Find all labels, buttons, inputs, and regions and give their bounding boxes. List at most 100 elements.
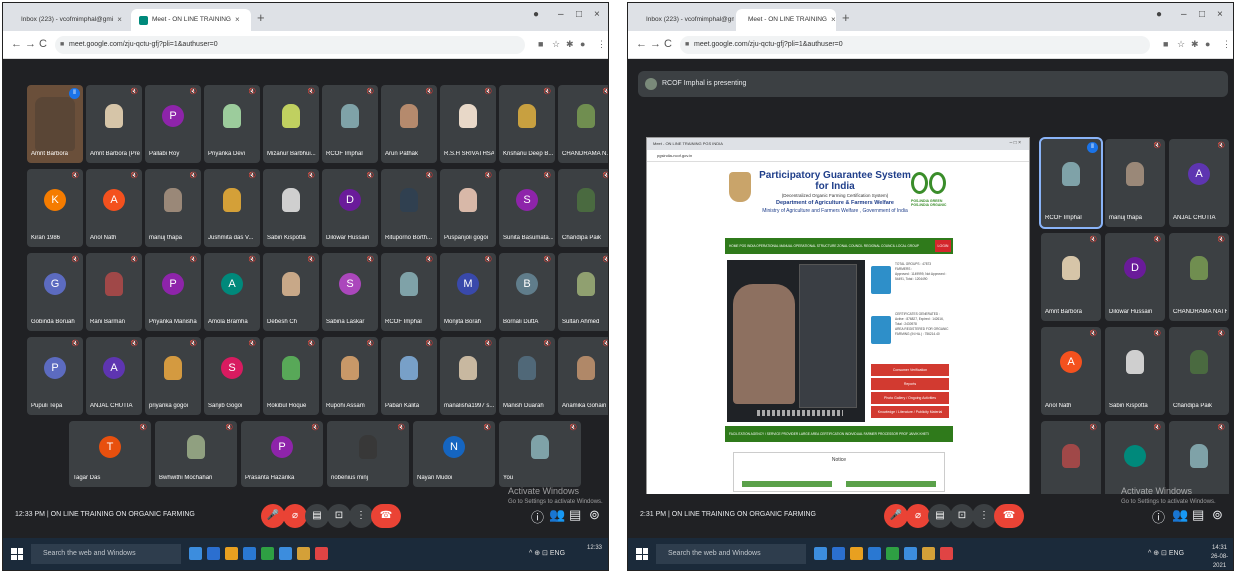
app-icon[interactable] <box>279 547 292 560</box>
participant-tile[interactable]: M 🔇 Monjita Borah <box>440 253 496 331</box>
close-icon[interactable]: × <box>117 9 122 31</box>
participant-tile[interactable]: 🔇 Priyanka Devi <box>204 85 260 163</box>
leave-call-button[interactable]: ☎ <box>371 504 401 528</box>
camera-icon[interactable]: ■ <box>1163 39 1168 49</box>
store-icon[interactable] <box>243 547 256 560</box>
participant-tile[interactable]: A 🔇 Anol Nath <box>86 169 142 247</box>
windows-start-icon[interactable] <box>636 548 648 560</box>
participant-tile[interactable]: 🔇 Sabin Kispotta <box>263 169 319 247</box>
participant-tile[interactable]: S 🔇 Sabina Laskar <box>322 253 378 331</box>
extension-icon[interactable]: ✱ <box>566 39 574 50</box>
captions-button[interactable]: ▤ <box>928 504 952 528</box>
url-bar[interactable]: ■ meet.google.com/zju-qctu-gfj?pli=1&aut… <box>680 36 1150 54</box>
profile-icon[interactable]: ● <box>1156 9 1162 20</box>
present-button[interactable]: ⊡ <box>327 504 351 528</box>
taskbar-clock[interactable]: 14:31 26-08-2021 <box>1206 544 1233 570</box>
back-icon[interactable]: ← <box>636 38 647 50</box>
minimize-button[interactable]: – <box>558 9 564 20</box>
participant-tile[interactable]: 🔇 priyanka gogoi <box>145 337 201 415</box>
people-icon[interactable]: 👥 <box>1172 507 1188 523</box>
minimize-button[interactable]: – <box>1181 9 1187 20</box>
participant-tile[interactable]: S 🔇 Sanjib Gogoi <box>204 337 260 415</box>
participant-tile[interactable]: 🔇 Paban Kalita <box>381 337 437 415</box>
participant-tile[interactable]: 🔇 Rani Barman <box>86 253 142 331</box>
activities-icon[interactable]: ⊚ <box>589 507 600 523</box>
mic-off-button[interactable]: 🎤 <box>884 504 908 528</box>
participant-tile[interactable]: T 🔇 Tagar Das <box>69 421 151 487</box>
maximize-button[interactable]: □ <box>1199 9 1205 20</box>
participant-tile[interactable]: N 🔇 Nayan Mudoi <box>413 421 495 487</box>
close-icon[interactable]: × <box>235 9 240 31</box>
participant-tile[interactable]: 🔇 Jushmita das V... <box>204 169 260 247</box>
folder-icon[interactable] <box>850 547 863 560</box>
participant-tile[interactable]: 🔇 Bwhwithi Mochahari <box>155 421 237 487</box>
camera-off-button[interactable]: ⌀ <box>283 504 307 528</box>
participant-tile[interactable]: 🔇 CHANDRAMA NATH <box>1169 233 1229 321</box>
participant-tile[interactable]: 🔇 Krishanu Deep B... <box>499 85 555 163</box>
participant-tile[interactable]: 🔇 Sultan Ahmed <box>558 253 608 331</box>
participant-tile[interactable]: D 🔇 Dilowar Hussain <box>1105 233 1165 321</box>
people-icon[interactable]: 👥 <box>549 507 565 523</box>
tab-gmail[interactable]: Inbox (223) - vcofmimphal@gmi × <box>9 9 129 31</box>
camera-off-button[interactable]: ⌀ <box>906 504 930 528</box>
taskbar-clock[interactable]: 12:33 <box>587 544 602 553</box>
app-icon[interactable] <box>261 547 274 560</box>
chrome-icon[interactable] <box>940 547 953 560</box>
app-icon[interactable] <box>297 547 310 560</box>
participant-tile[interactable]: 🔇 R.S.H SRIVATHSA <box>440 85 496 163</box>
close-window-button[interactable]: × <box>1217 9 1223 20</box>
menu-icon[interactable]: ⋮ <box>597 39 606 50</box>
extension-icon[interactable]: ✱ <box>1191 39 1199 50</box>
close-window-button[interactable]: × <box>594 9 600 20</box>
captions-button[interactable]: ▤ <box>305 504 329 528</box>
task-view-icon[interactable] <box>814 547 827 560</box>
participant-tile[interactable]: 🔇 Mizanur Barbhui... <box>263 85 319 163</box>
participant-tile[interactable]: 🔇 Chandipa Paik <box>1169 327 1229 415</box>
profile-icon[interactable]: ● <box>533 9 539 20</box>
participant-tile[interactable]: P 🔇 Pallabi Roy <box>145 85 201 163</box>
forward-icon[interactable]: → <box>650 38 661 50</box>
participant-tile[interactable]: P 🔇 Prasanta Hazarika <box>241 421 323 487</box>
participant-tile[interactable]: 🔇 Arun Pathak <box>381 85 437 163</box>
taskbar-search[interactable]: Search the web and Windows <box>656 544 806 564</box>
close-icon[interactable]: × <box>831 9 836 31</box>
avatar[interactable]: ● <box>580 39 585 49</box>
participant-tile[interactable]: P 🔇 Pupuli Tepa <box>27 337 83 415</box>
chat-icon[interactable]: ▤ <box>1192 507 1204 523</box>
participant-tile[interactable]: 🔇 CHANDRAMA N... <box>558 85 608 163</box>
chrome-icon[interactable] <box>315 547 328 560</box>
url-bar[interactable]: ■ meet.google.com/zju-qctu-gfj?pli=1&aut… <box>55 36 525 54</box>
participant-tile[interactable]: P 🔇 Priyanka Manisha <box>145 253 201 331</box>
app-icon[interactable] <box>922 547 935 560</box>
present-button[interactable]: ⊡ <box>950 504 974 528</box>
reload-icon[interactable]: C <box>664 38 672 50</box>
system-tray[interactable]: ^ ⊕ ⊡ ENG <box>529 549 565 557</box>
participant-tile[interactable]: 🔇 Amrit Barbora <box>1041 233 1101 321</box>
windows-start-icon[interactable] <box>11 548 23 560</box>
edge-icon[interactable] <box>207 547 220 560</box>
avatar[interactable]: ● <box>1205 39 1210 49</box>
participant-tile[interactable]: 🔇 Debesh Ch <box>263 253 319 331</box>
participant-tile[interactable]: A 🔇 ANJAL CHUTIA <box>86 337 142 415</box>
participant-tile[interactable]: 🔇 manuj thapa <box>1105 139 1165 227</box>
participant-tile[interactable]: 🔇 Chandipa Paik <box>558 169 608 247</box>
participant-tile[interactable]: 🔇 You <box>499 421 581 487</box>
new-tab-button[interactable]: + <box>842 10 850 25</box>
back-icon[interactable]: ← <box>11 38 22 50</box>
new-tab-button[interactable]: + <box>257 10 265 25</box>
system-tray[interactable]: ^ ⊕ ⊡ ENG <box>1148 549 1184 557</box>
participant-tile[interactable]: G 🔇 Gobinda Boruah <box>27 253 83 331</box>
participant-tile[interactable]: A 🔇 Amola Bramha <box>204 253 260 331</box>
star-icon[interactable]: ☆ <box>552 39 560 50</box>
more-options-button[interactable]: ⋮ <box>972 504 996 528</box>
participant-tile[interactable]: 🔇 manuj thapa <box>145 169 201 247</box>
participant-tile[interactable]: 🔇 Sabin Kispotta <box>1105 327 1165 415</box>
participant-tile[interactable]: 🔇 Puspanjoli gogoi <box>440 169 496 247</box>
participant-tile[interactable]: S 🔇 Sunita Basumata... <box>499 169 555 247</box>
folder-icon[interactable] <box>225 547 238 560</box>
participant-tile[interactable]: A 🔇 Anol Nath <box>1041 327 1101 415</box>
participant-tile[interactable]: 🔇 RCOF Imphal <box>322 85 378 163</box>
participant-tile[interactable]: ⦀ Amrit Barbora <box>27 85 83 163</box>
info-icon[interactable]: ⓘ <box>1152 507 1165 526</box>
chat-icon[interactable]: ▤ <box>569 507 581 523</box>
